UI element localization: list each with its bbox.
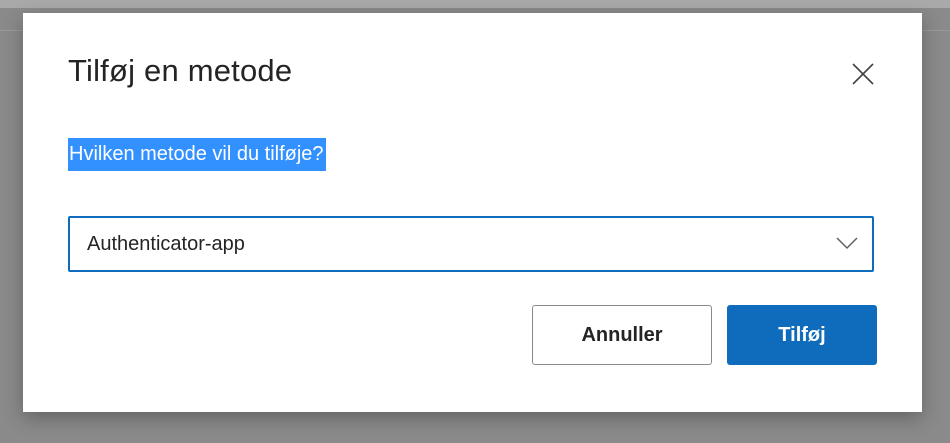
close-icon (848, 59, 878, 89)
chevron-down-icon (836, 236, 858, 250)
method-question-label: Hvilken metode vil du tilføje? (68, 138, 326, 171)
add-button[interactable]: Tilføj (727, 305, 877, 365)
close-button[interactable] (848, 59, 878, 89)
add-method-dialog: Tilføj en metode Hvilken metode vil du t… (23, 13, 922, 412)
method-select-dropdown[interactable]: Authenticator-app (68, 216, 874, 272)
cancel-button[interactable]: Annuller (532, 305, 712, 365)
selected-method-value: Authenticator-app (87, 233, 245, 255)
backdrop-top-bar (0, 0, 950, 8)
dialog-title: Tilføj en metode (68, 53, 293, 88)
